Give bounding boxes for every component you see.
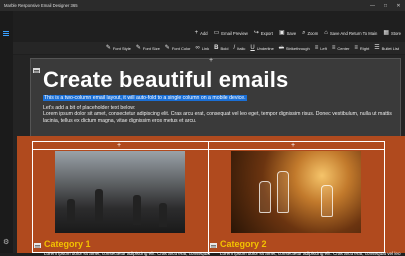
save-and-return-button[interactable]: ⌂ Save And Return To Main: [324, 30, 377, 36]
add-block-plus-icon[interactable]: +: [117, 142, 121, 149]
image-glass: [277, 171, 289, 213]
main-toolbar: + Add ▭ Email Preview ↪ Export ▣ Save ⌕ Zoom …: [13, 26, 405, 40]
zoom-button[interactable]: ⌕ Zoom: [302, 30, 318, 36]
image-glass: [321, 185, 333, 217]
window-title: Marble Responsive Email Designer 365: [4, 3, 78, 8]
link-button[interactable]: ∞ Link: [196, 45, 210, 51]
add-block-plus-icon[interactable]: +: [291, 142, 295, 149]
hamburger-menu-icon[interactable]: [3, 31, 9, 37]
font-size-button[interactable]: ✎ Font Size: [136, 45, 160, 51]
settings-gear-icon[interactable]: ⚙: [3, 239, 9, 246]
two-column-section: + + Category 1 Lorem ipsum dolor sit ame…: [17, 136, 405, 256]
align-left-icon: ≡: [314, 45, 319, 51]
font-color-button[interactable]: ✎ Font Color: [165, 45, 191, 51]
store-icon: ▦: [383, 30, 389, 36]
block-menu-icon[interactable]: [210, 243, 217, 248]
title-bar: Marble Responsive Email Designer 365 — □…: [0, 0, 405, 11]
image-glass: [259, 181, 271, 213]
hero-heading[interactable]: Create beautiful emails: [43, 67, 288, 93]
export-button[interactable]: ↪ Export: [254, 30, 273, 36]
hero-paragraph[interactable]: Let's add a bit of placeholder text belo…: [43, 105, 395, 124]
underline-button[interactable]: U Underline: [250, 45, 273, 51]
add-block-plus-icon[interactable]: +: [209, 57, 213, 64]
hero-section[interactable]: + Create beautiful emails This is a two-…: [30, 57, 401, 143]
preview-icon: ▭: [213, 30, 220, 36]
image-figure: [159, 203, 167, 227]
bold-icon: B: [214, 45, 219, 51]
store-button[interactable]: ▦ Store: [383, 30, 401, 36]
add-button[interactable]: + Add: [195, 30, 208, 36]
image-figure: [67, 199, 75, 223]
category-2-heading[interactable]: Category 2: [220, 239, 267, 249]
close-button[interactable]: ✕: [392, 0, 405, 11]
font-style-button[interactable]: ✎ Font Style: [106, 45, 131, 51]
minimize-button[interactable]: —: [366, 0, 379, 11]
underline-icon: U: [250, 45, 255, 51]
left-nav: ⚙: [0, 11, 13, 253]
save-icon: ▣: [278, 30, 285, 36]
italic-button[interactable]: / Italic: [234, 45, 246, 51]
category-1-text[interactable]: Lorem ipsum dolor sit amet, consectetur …: [44, 251, 210, 256]
selected-text[interactable]: This is a two-column email layout, it wi…: [43, 95, 247, 101]
event-crowd-image[interactable]: [55, 151, 185, 233]
image-figure: [133, 195, 141, 225]
category-2-text[interactable]: Lorem ipsum dolor sit amet, consectetur …: [220, 251, 401, 256]
column-grid: + + Category 1 Lorem ipsum dolor sit ame…: [32, 141, 401, 256]
save-button[interactable]: ▣ Save: [279, 30, 296, 36]
window-controls: — □ ✕: [366, 0, 405, 11]
maximize-button[interactable]: □: [379, 0, 392, 11]
align-left-button[interactable]: ≡ Left: [315, 45, 327, 51]
link-icon: ∞: [195, 45, 200, 51]
export-icon: ↪: [253, 30, 259, 36]
bullet-list-icon: ☰: [374, 45, 380, 51]
block-menu-icon[interactable]: [33, 68, 40, 73]
align-center-button[interactable]: ≡ Center: [332, 45, 350, 51]
category-1-heading[interactable]: Category 1: [44, 239, 91, 249]
font-size-icon: ✎: [135, 45, 141, 51]
column-2[interactable]: Category 2 Lorem ipsum dolor sit amet, c…: [209, 151, 401, 256]
align-right-button[interactable]: ≡ Right: [354, 45, 369, 51]
align-center-icon: ≡: [331, 45, 336, 51]
wine-glass-image[interactable]: [231, 151, 361, 233]
strikethrough-icon: ab: [278, 45, 284, 50]
image-figure: [95, 189, 103, 223]
column-1[interactable]: Category 1 Lorem ipsum dolor sit amet, c…: [33, 151, 210, 256]
italic-icon: /: [233, 45, 236, 51]
email-canvas: + Create beautiful emails This is a two-…: [13, 55, 405, 256]
plus-icon: +: [194, 30, 199, 36]
home-icon: ⌂: [324, 30, 328, 36]
align-right-icon: ≡: [354, 45, 358, 51]
block-menu-icon[interactable]: [34, 243, 41, 248]
font-color-icon: ✎: [164, 45, 170, 51]
bullet-list-button[interactable]: ☰ Bullet List: [374, 45, 399, 51]
zoom-icon: ⌕: [302, 30, 306, 36]
font-style-icon: ✎: [105, 45, 111, 51]
bold-button[interactable]: B Bold: [214, 45, 228, 51]
strikethrough-button[interactable]: ab Strikethrough: [279, 45, 310, 51]
format-toolbar: ✎ Font Style ✎ Font Size ✎ Font Color ∞ Link…: [13, 42, 405, 54]
email-preview-button[interactable]: ▭ Email Preview: [214, 30, 248, 36]
